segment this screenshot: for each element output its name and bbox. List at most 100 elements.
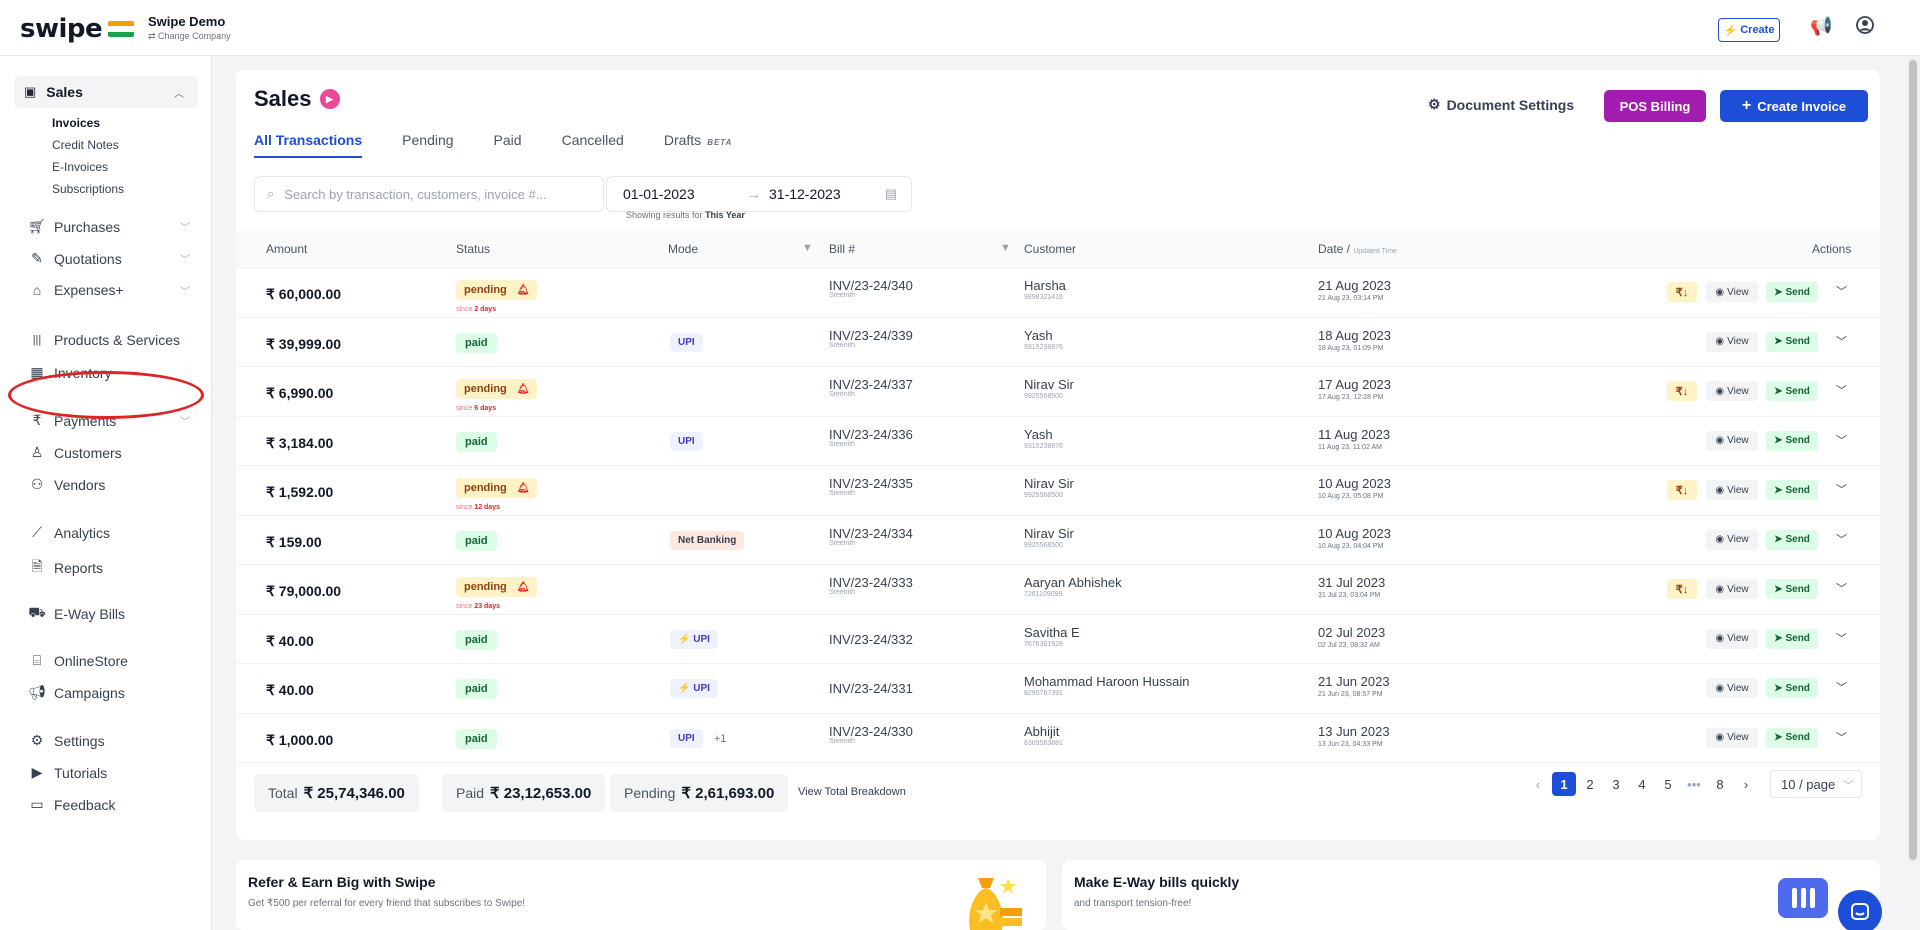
send-button[interactable]: ➤ Send <box>1766 480 1818 500</box>
page-number[interactable]: 5 <box>1656 772 1680 796</box>
column-amount[interactable]: Amount <box>266 242 307 256</box>
chevron-down-icon[interactable]: ﹀ <box>1836 531 1847 547</box>
send-button[interactable]: ➤ Send <box>1766 678 1818 698</box>
sidebar-item-purchases[interactable]: 🛒︎ Purchases ﹀ <box>28 218 190 235</box>
page-number[interactable]: 2 <box>1578 772 1602 796</box>
sidebar-item-products-services[interactable]: ||| Products & Services <box>28 332 180 348</box>
swipe-logo[interactable]: swipe <box>20 14 135 44</box>
chevron-down-icon[interactable]: ﹀ <box>1836 481 1847 497</box>
view-button[interactable]: ◉ View <box>1706 678 1758 698</box>
bill-number[interactable]: INV/23-24/333 <box>829 575 913 590</box>
record-payment-button[interactable]: ₹↓ <box>1667 381 1697 401</box>
column-date[interactable]: Date / Updated Time <box>1318 242 1397 256</box>
sidebar-subitem-e-invoices[interactable]: E-Invoices <box>52 160 108 174</box>
search-input[interactable]: ⌕ Search by transaction, customers, invo… <box>254 176 604 212</box>
next-page-icon[interactable]: › <box>1734 772 1758 796</box>
tab-pending[interactable]: Pending <box>402 132 453 158</box>
table-row[interactable]: ₹ 40.00 paid ⚡ UPI INV/23-24/332 Savitha E 76… <box>236 615 1880 664</box>
send-button[interactable]: ➤ Send <box>1766 430 1818 451</box>
customer-name[interactable]: Nirav Sir <box>1024 476 1074 491</box>
account-icon[interactable] <box>1856 16 1874 39</box>
tab-cancelled[interactable]: Cancelled <box>562 132 624 158</box>
bill-number[interactable]: INV/23-24/332 <box>829 632 913 647</box>
sidebar-item-campaigns[interactable]: 📢︎ Campaigns <box>28 684 125 701</box>
reminder-bell-icon[interactable]: 🔔︎ <box>517 582 530 593</box>
company-switcher[interactable]: Swipe Demo ⇄ Change Company <box>148 14 231 42</box>
record-payment-button[interactable]: ₹↓ <box>1667 480 1697 500</box>
sidebar-item-vendors[interactable]: ⚇ Vendors <box>28 476 106 493</box>
create-invoice-button[interactable]: + Create Invoice <box>1720 90 1868 122</box>
send-button[interactable]: ➤ Send <box>1766 331 1818 352</box>
prev-page-icon[interactable]: ‹ <box>1526 772 1550 796</box>
bill-number[interactable]: INV/23-24/331 <box>829 681 913 696</box>
chevron-down-icon[interactable]: ﹀ <box>1836 382 1847 398</box>
status-badge-pending[interactable]: pending 🔔︎ <box>456 577 538 597</box>
bill-number[interactable]: INV/23-24/334 <box>829 526 913 541</box>
scrollbar-thumb[interactable] <box>1909 60 1917 860</box>
sidebar-subitem-invoices[interactable]: Invoices <box>52 116 100 130</box>
bill-number[interactable]: INV/23-24/340 <box>829 278 913 293</box>
customer-name[interactable]: Savitha E <box>1024 625 1080 640</box>
column-customer[interactable]: Customer <box>1024 242 1076 256</box>
reminder-bell-icon[interactable]: 🔔︎ <box>517 384 530 395</box>
view-button[interactable]: ◉ View <box>1706 381 1758 401</box>
table-row[interactable]: ₹ 3,184.00 paid UPI INV/23-24/336 Sreenith Ya… <box>236 417 1880 466</box>
bill-number[interactable]: INV/23-24/339 <box>829 328 913 343</box>
create-button[interactable]: ⚡ Create <box>1718 18 1780 42</box>
sidebar-item-reports[interactable]: 🗎︎ Reports <box>28 556 103 580</box>
table-row[interactable]: ₹ 6,990.00 pending 🔔︎ since 6 days INV/23-24… <box>236 367 1880 417</box>
page-number[interactable]: 4 <box>1630 772 1654 796</box>
page-size-select[interactable]: 10 / page ﹀ <box>1770 770 1862 798</box>
record-payment-button[interactable]: ₹↓ <box>1667 282 1697 302</box>
customer-name[interactable]: Mohammad Haroon Hussain <box>1024 674 1189 689</box>
view-button[interactable]: ◉ View <box>1706 579 1758 599</box>
view-button[interactable]: ◉ View <box>1706 727 1758 748</box>
customer-name[interactable]: Nirav Sir <box>1024 377 1074 392</box>
view-button[interactable]: ◉ View <box>1706 628 1758 649</box>
bill-number[interactable]: INV/23-24/330 <box>829 724 913 739</box>
status-badge-pending[interactable]: pending 🔔︎ <box>456 379 538 399</box>
table-row[interactable]: ₹ 1,592.00 pending 🔔︎ since 12 days INV/23-2… <box>236 466 1880 516</box>
send-button[interactable]: ➤ Send <box>1766 727 1818 748</box>
chevron-down-icon[interactable]: ﹀ <box>1836 729 1847 745</box>
filter-icon[interactable]: ▼ <box>1000 242 1011 254</box>
filter-icon[interactable]: ▼ <box>802 242 813 254</box>
tab-paid[interactable]: Paid <box>494 132 522 158</box>
chat-support-icon[interactable] <box>1838 890 1882 930</box>
date-from[interactable]: 01-01-2023 <box>623 186 695 202</box>
date-to[interactable]: 31-12-2023 <box>769 186 841 202</box>
sidebar-item-feedback[interactable]: ▭ Feedback <box>28 796 115 813</box>
view-button[interactable]: ◉ View <box>1706 480 1758 500</box>
play-video-icon[interactable]: ▶ <box>319 89 340 109</box>
sidebar-item-analytics[interactable]: ⟋ Analytics <box>28 524 110 541</box>
sidebar-item-eway-bills[interactable]: ⛟ E-Way Bills <box>28 604 125 623</box>
chevron-down-icon[interactable]: ﹀ <box>1836 432 1847 448</box>
sidebar-item-expenses[interactable]: ⌂ Expenses+ ﹀ <box>28 282 190 298</box>
sidebar-item-onlinestore[interactable]: ⌸ OnlineStore <box>28 652 128 669</box>
status-badge-pending[interactable]: pending 🔔︎ <box>456 280 538 300</box>
column-bill[interactable]: Bill # <box>829 242 855 256</box>
customer-name[interactable]: Aaryan Abhishek <box>1024 575 1122 590</box>
document-settings-button[interactable]: ⚙ Document Settings <box>1428 96 1574 113</box>
view-button[interactable]: ◉ View <box>1706 331 1758 352</box>
bill-number[interactable]: INV/23-24/335 <box>829 476 913 491</box>
bill-number[interactable]: INV/23-24/336 <box>829 427 913 442</box>
view-total-breakdown-link[interactable]: View Total Breakdown <box>798 786 906 798</box>
table-row[interactable]: ₹ 40.00 paid ⚡ UPI INV/23-24/331 Mohammad Ha… <box>236 664 1880 714</box>
sidebar-item-customers[interactable]: ♙ Customers <box>28 444 122 461</box>
chevron-down-icon[interactable]: ﹀ <box>1836 283 1847 299</box>
pos-billing-button[interactable]: POS Billing <box>1604 90 1706 122</box>
table-row[interactable]: ₹ 1,000.00 paid UPI +1 INV/23-24/330 Sreenith… <box>236 714 1880 763</box>
sidebar-item-payments[interactable]: ₹ Payments ﹀ <box>28 412 190 429</box>
page-number[interactable]: 1 <box>1552 772 1576 796</box>
sidebar-subitem-credit-notes[interactable]: Credit Notes <box>52 138 119 152</box>
date-range-picker[interactable]: 01-01-2023 → 31-12-2023 ▤ <box>606 176 912 212</box>
sidebar-item-settings[interactable]: ⚙ Settings <box>28 732 105 749</box>
send-button[interactable]: ➤ Send <box>1766 381 1818 401</box>
tab-drafts[interactable]: Drafts BETA <box>664 132 733 158</box>
column-mode[interactable]: Mode <box>668 242 698 256</box>
tab-all-transactions[interactable]: All Transactions <box>254 132 363 158</box>
eway-bills-card[interactable]: Make E-Way bills quickly and transport t… <box>1062 860 1880 930</box>
send-button[interactable]: ➤ Send <box>1766 579 1818 599</box>
table-row[interactable]: ₹ 60,000.00 pending 🔔︎ since 2 days INV/23-2… <box>236 268 1880 318</box>
